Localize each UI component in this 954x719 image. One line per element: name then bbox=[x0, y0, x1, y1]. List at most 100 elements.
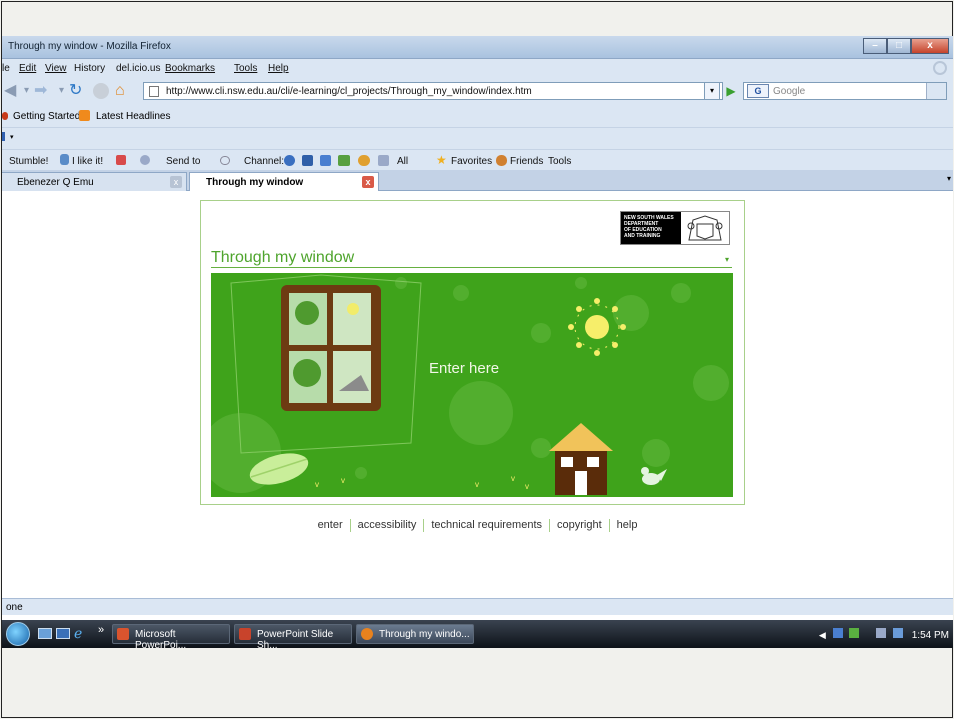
bird-icon bbox=[641, 467, 667, 485]
url-bar[interactable]: http://www.cli.nsw.edu.au/cli/e-learning… bbox=[143, 82, 723, 100]
slideshow-icon bbox=[239, 628, 251, 640]
svg-text:v: v bbox=[341, 476, 345, 485]
firefox-icon bbox=[361, 628, 373, 640]
taskbar-firefox[interactable]: Through my windo... bbox=[356, 624, 474, 644]
toolbar-dropdown-icon[interactable]: ▾ bbox=[10, 133, 14, 141]
volume-icon[interactable] bbox=[892, 628, 903, 638]
google-engine-icon[interactable]: G bbox=[747, 84, 769, 98]
throbber-icon bbox=[933, 61, 947, 75]
footer-link-help[interactable]: help bbox=[610, 519, 645, 531]
url-dropdown-icon[interactable]: ▾ bbox=[704, 82, 720, 100]
ie-icon[interactable]: ℯ bbox=[74, 625, 82, 642]
url-text: http://www.cli.nsw.edu.au/cli/e-learning… bbox=[166, 86, 532, 97]
footer-link-enter[interactable]: enter bbox=[311, 519, 350, 531]
forward-arrow-icon[interactable]: ➡ bbox=[34, 82, 47, 100]
extension-toolbar: ▾ bbox=[2, 127, 953, 149]
comment-icon[interactable] bbox=[220, 156, 230, 165]
search-box[interactable]: G Google bbox=[743, 82, 947, 100]
clock[interactable]: 1:54 PM bbox=[912, 630, 949, 641]
status-text: one bbox=[6, 602, 23, 613]
window-controls: – □ x bbox=[863, 38, 949, 54]
footer-link-copyright[interactable]: copyright bbox=[550, 519, 609, 531]
all-button[interactable]: All bbox=[397, 156, 408, 167]
menu-delicious[interactable]: del.icio.us bbox=[116, 63, 160, 74]
channel-icon-5[interactable] bbox=[358, 155, 370, 166]
taskbar-slideshow[interactable]: PowerPoint Slide Sh... bbox=[234, 624, 352, 648]
search-icon[interactable] bbox=[926, 83, 946, 99]
forward-dropdown-icon[interactable]: ▾ bbox=[59, 82, 64, 100]
taskbar-label: PowerPoint Slide Sh... bbox=[257, 629, 334, 648]
tag-icon[interactable] bbox=[140, 155, 150, 165]
favorites-button[interactable]: Favorites bbox=[451, 156, 492, 167]
tab-ebenezer[interactable]: Ebenezer Q Emu x bbox=[2, 172, 187, 191]
friends-button[interactable]: Friends bbox=[510, 156, 543, 167]
go-icon[interactable]: ▶ bbox=[722, 82, 740, 100]
page-content: NEW SOUTH WALES DEPARTMENT OF EDUCATION … bbox=[2, 192, 953, 598]
taskbar-powerpoint[interactable]: Microsoft PowerPoi... bbox=[112, 624, 230, 648]
home-icon[interactable]: ⌂ bbox=[115, 82, 125, 100]
close-button[interactable]: x bbox=[911, 38, 949, 54]
channel-icon-1[interactable] bbox=[284, 155, 295, 166]
grass-marks: vv vvv bbox=[315, 474, 529, 491]
stop-icon[interactable] bbox=[93, 83, 109, 99]
chevron-down-icon: ▾ bbox=[725, 255, 730, 264]
reload-icon[interactable]: ↻ bbox=[69, 82, 82, 100]
tab-through-my-window[interactable]: Through my window x bbox=[189, 172, 379, 191]
menu-bar: le Edit View History del.icio.us Bookmar… bbox=[2, 59, 953, 79]
like-button[interactable]: I like it! bbox=[72, 156, 103, 167]
minimize-button[interactable]: – bbox=[863, 38, 887, 54]
start-button[interactable] bbox=[6, 622, 30, 646]
taskbar-label: Microsoft PowerPoi... bbox=[135, 629, 187, 648]
tab-label: Through my window bbox=[206, 177, 304, 188]
window-frame-icon bbox=[281, 285, 381, 411]
tab-close-icon[interactable]: x bbox=[170, 176, 182, 188]
bookmark-latest-headlines[interactable]: Latest Headlines bbox=[96, 111, 171, 122]
thumbs-down-icon[interactable] bbox=[116, 155, 126, 165]
window-title: Through my window - Mozilla Firefox bbox=[8, 41, 171, 52]
url-buttons: ▾ ▶ bbox=[704, 82, 740, 100]
footer-link-technical-requirements[interactable]: technical requirements bbox=[424, 519, 549, 531]
send-to-button[interactable]: Send to bbox=[166, 156, 200, 167]
title-bar: Through my window - Mozilla Firefox – □ … bbox=[2, 36, 953, 59]
quicklaunch-more-icon[interactable]: » bbox=[98, 624, 104, 636]
taskbar: ℯ » Microsoft PowerPoi... PowerPoint Sli… bbox=[2, 620, 953, 648]
tab-close-icon[interactable]: x bbox=[362, 176, 374, 188]
menu-view[interactable]: View bbox=[45, 63, 67, 74]
tools-button[interactable]: Tools bbox=[548, 156, 571, 167]
tray-expand-icon[interactable]: ◀ bbox=[819, 630, 826, 640]
channel-icon-4[interactable] bbox=[338, 155, 350, 166]
back-arrow-icon[interactable]: ◀ bbox=[4, 82, 16, 100]
switch-windows-icon[interactable] bbox=[56, 628, 70, 639]
network-icon[interactable] bbox=[876, 628, 887, 638]
browser-window: Through my window - Mozilla Firefox – □ … bbox=[2, 36, 953, 648]
footer-link-accessibility[interactable]: accessibility bbox=[351, 519, 424, 531]
house-icon bbox=[549, 423, 613, 495]
menu-tools[interactable]: Tools bbox=[234, 63, 257, 74]
stumbleupon-toolbar: Stumble! I like it! Send to Channel: All… bbox=[2, 149, 953, 170]
footer-nav: enter accessibility technical requirements… bbox=[2, 519, 953, 532]
channel-icon-6[interactable] bbox=[378, 155, 389, 166]
bookmark-getting-started[interactable]: Getting Started bbox=[13, 111, 80, 122]
svg-text:v: v bbox=[315, 480, 319, 489]
logo-line: AND TRAINING bbox=[624, 233, 661, 239]
svg-text:v: v bbox=[525, 482, 529, 491]
menu-bookmarks[interactable]: Bookmarks bbox=[165, 63, 215, 74]
tab-list-icon[interactable]: ▾ bbox=[947, 174, 951, 183]
tray-app-icon[interactable] bbox=[849, 628, 860, 638]
channel-icon-2[interactable] bbox=[302, 155, 313, 166]
back-dropdown-icon[interactable]: ▾ bbox=[24, 82, 29, 100]
scene-illustration: Enter here v v vvv bbox=[211, 274, 729, 495]
rss-icon bbox=[79, 110, 90, 121]
channel-icon-3[interactable] bbox=[320, 155, 331, 166]
powerpoint-icon bbox=[117, 628, 129, 640]
menu-history[interactable]: History bbox=[74, 63, 105, 74]
enter-here-text[interactable]: Enter here bbox=[429, 360, 499, 377]
tray-app-icon[interactable] bbox=[832, 628, 843, 638]
enter-scene[interactable]: Enter here v v v v v bbox=[211, 273, 733, 497]
show-desktop-icon[interactable] bbox=[38, 628, 52, 639]
menu-help[interactable]: Help bbox=[268, 63, 289, 74]
maximize-button[interactable]: □ bbox=[887, 38, 911, 54]
menu-edit[interactable]: Edit bbox=[19, 63, 36, 74]
stumble-button[interactable]: Stumble! bbox=[9, 156, 48, 167]
menu-file[interactable]: le bbox=[2, 63, 10, 74]
